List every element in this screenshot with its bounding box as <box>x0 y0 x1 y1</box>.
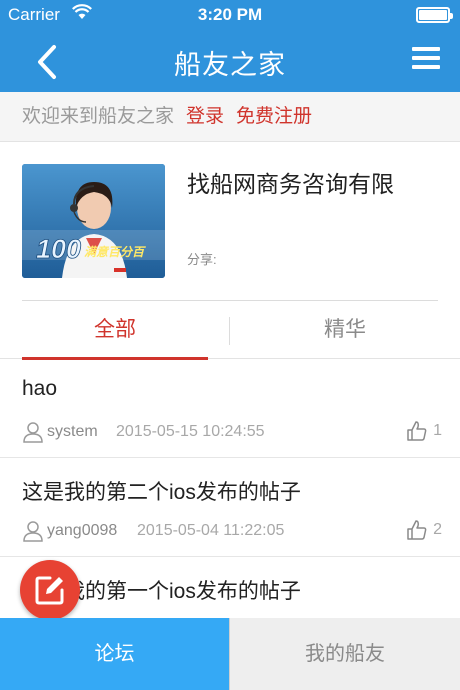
post-date: 2015-05-15 10:24:55 <box>116 423 265 440</box>
user-icon <box>23 422 43 443</box>
page-title: 船友之家 <box>174 50 286 80</box>
battery-icon <box>416 7 453 23</box>
hamburger-menu-icon[interactable] <box>412 47 440 73</box>
user-icon <box>23 521 43 542</box>
list-item[interactable]: 这是我的第二个ios发布的帖子 yang0098 2015-05-04 11:2… <box>0 458 460 557</box>
register-link[interactable]: 免费注册 <box>236 106 312 127</box>
post-author: yang0098 <box>47 522 118 539</box>
clock: 3:20 PM <box>197 5 263 24</box>
post-author: system <box>47 423 98 440</box>
tab-featured[interactable]: 精华 <box>230 301 460 359</box>
edit-icon <box>35 576 64 605</box>
tab-my-friends[interactable]: 我的船友 <box>229 618 460 690</box>
login-link[interactable]: 登录 <box>186 106 224 127</box>
banner-slogan: 满意百分百 <box>84 245 146 259</box>
post-title[interactable]: 这是我的第二个ios发布的帖子 <box>22 476 301 506</box>
compose-button[interactable] <box>20 560 80 620</box>
share-label[interactable]: 分享: <box>187 249 217 268</box>
banner-number: 100 <box>36 234 81 264</box>
welcome-text: 欢迎来到船友之家 <box>22 106 175 127</box>
tab-forum[interactable]: 论坛 <box>0 618 229 690</box>
tab-all[interactable]: 全部 <box>22 301 208 360</box>
filter-tabs: 全部 精华 <box>0 301 460 360</box>
status-bar: Carrier 3:20 PM <box>0 0 460 30</box>
company-header: 100 满意百分百 找船网商务咨询有限 分享: <box>0 143 460 301</box>
post-title[interactable]: hao <box>22 377 57 401</box>
thumbs-up-icon <box>407 520 427 540</box>
like-count: 2 <box>433 521 442 538</box>
bottom-tab-bar: 论坛 我的船友 <box>0 618 460 690</box>
like-count: 1 <box>433 422 442 439</box>
welcome-bar: 欢迎来到船友之家 登录 免费注册 <box>0 92 460 142</box>
list-item[interactable]: hao system 2015-05-15 10:24:55 1 <box>0 359 460 458</box>
nav-bar: 船友之家 <box>0 30 460 92</box>
thumbs-up-icon <box>407 421 427 441</box>
company-banner-image: 100 满意百分百 <box>22 164 165 278</box>
post-date: 2015-05-04 11:22:05 <box>137 522 285 539</box>
company-name: 找船网商务咨询有限 <box>187 171 394 197</box>
